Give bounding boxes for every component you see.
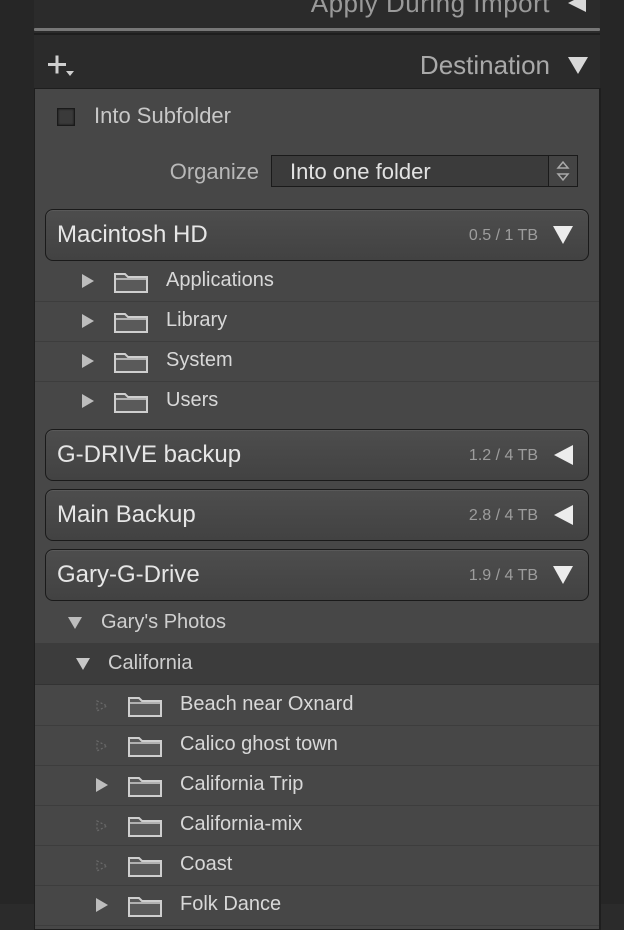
- folder-label: California-mix: [180, 813, 303, 835]
- collapsed-disclosure-icon[interactable]: [81, 313, 95, 329]
- volume-gary-g-drive[interactable]: Gary-G-Drive 1.9 / 4 TB: [45, 549, 589, 601]
- scrollbar-track[interactable]: [600, 0, 624, 904]
- folder-icon: [114, 273, 148, 293]
- expanded-triangle-icon[interactable]: [552, 564, 574, 586]
- destination-title: Destination: [419, 50, 550, 80]
- section-divider: [34, 28, 600, 31]
- destination-header[interactable]: Destination: [34, 38, 600, 88]
- empty-disclosure-icon: [96, 860, 109, 872]
- folder-label: Beach near Oxnard: [180, 693, 354, 715]
- folder-icon: [128, 697, 162, 717]
- collapsed-triangle-icon[interactable]: [552, 444, 574, 466]
- volume-name: Gary-G-Drive: [57, 561, 200, 588]
- collapsed-disclosure-icon[interactable]: [95, 777, 109, 793]
- volume-size: 0.5 / 1 TB: [468, 227, 538, 244]
- into-subfolder-row: Into Subfolder: [35, 103, 599, 133]
- volume-macintosh-hd[interactable]: Macintosh HD 0.5 / 1 TB: [45, 209, 589, 261]
- volume-name: Macintosh HD: [57, 221, 208, 248]
- tree-folder-label: Gary's Photos: [101, 611, 226, 633]
- folder-label: Folk Dance: [180, 893, 282, 915]
- folder-label: Library: [166, 309, 228, 331]
- collapsed-triangle-icon[interactable]: [566, 0, 588, 14]
- folder-row-users[interactable]: Users: [35, 381, 599, 421]
- into-subfolder-label[interactable]: Into Subfolder: [94, 103, 231, 129]
- folder-row-library[interactable]: Library: [35, 301, 599, 342]
- volume-name: G-DRIVE backup: [57, 441, 242, 468]
- volume-main-backup[interactable]: Main Backup 2.8 / 4 TB: [45, 489, 589, 541]
- folder-row-california-mix[interactable]: California-mix: [35, 805, 599, 846]
- folder-icon: [128, 777, 162, 797]
- folder-row-folk-dance[interactable]: Folk Dance: [35, 885, 599, 926]
- left-panel-edge: [0, 0, 34, 904]
- folder-icon: [114, 393, 148, 413]
- volume-g-drive-backup[interactable]: G-DRIVE backup 1.2 / 4 TB: [45, 429, 589, 481]
- expanded-disclosure-icon[interactable]: [75, 657, 91, 671]
- tree-folder-label: California: [108, 652, 193, 674]
- collapsed-disclosure-icon[interactable]: [95, 897, 109, 913]
- volume-size: 1.2 / 4 TB: [468, 447, 538, 464]
- folder-row-applications[interactable]: Applications: [35, 261, 599, 302]
- tree-row-garys-photos[interactable]: Gary's Photos: [35, 602, 599, 642]
- organize-label: Organize: [169, 159, 259, 184]
- into-subfolder-checkbox[interactable]: [57, 108, 75, 126]
- folder-row-california-trip[interactable]: California Trip: [35, 765, 599, 806]
- folder-label: Calico ghost town: [180, 733, 338, 755]
- collapsed-disclosure-icon[interactable]: [81, 393, 95, 409]
- folder-icon: [128, 897, 162, 917]
- expanded-disclosure-icon[interactable]: [67, 616, 83, 630]
- up-down-arrows-icon: [556, 160, 570, 182]
- apply-during-import-title: Apply During Import: [310, 0, 550, 18]
- volume-size: 1.9 / 4 TB: [468, 567, 538, 584]
- select-stepper[interactable]: [548, 156, 577, 186]
- collapsed-triangle-icon[interactable]: [552, 504, 574, 526]
- folder-label: California Trip: [180, 773, 304, 795]
- folder-icon: [114, 313, 148, 333]
- folder-row-beach-near-oxnard[interactable]: Beach near Oxnard: [35, 685, 599, 726]
- folder-label: Applications: [166, 269, 274, 291]
- folder-icon: [128, 737, 162, 757]
- collapsed-disclosure-icon[interactable]: [81, 353, 95, 369]
- organize-select-value: Into one folder: [290, 159, 431, 184]
- folder-label: Coast: [180, 853, 233, 875]
- organize-row: Organize Into one folder: [35, 155, 599, 189]
- folder-row-system[interactable]: System: [35, 341, 599, 382]
- volume-name: Main Backup: [57, 501, 196, 528]
- expanded-triangle-icon[interactable]: [566, 54, 590, 76]
- add-plus-icon[interactable]: [46, 52, 76, 80]
- organize-select[interactable]: Into one folder: [271, 155, 578, 187]
- folder-label: System: [166, 349, 233, 371]
- section-divider-shadow: [34, 33, 600, 35]
- expanded-triangle-icon[interactable]: [552, 224, 574, 246]
- apply-during-import-header[interactable]: Apply During Import: [34, 0, 600, 24]
- collapsed-disclosure-icon[interactable]: [81, 273, 95, 289]
- folder-icon: [114, 353, 148, 373]
- folder-row-coast[interactable]: Coast: [35, 845, 599, 886]
- volume-size: 2.8 / 4 TB: [468, 507, 538, 524]
- empty-disclosure-icon: [96, 700, 109, 712]
- tree-row-california[interactable]: California: [35, 643, 599, 685]
- empty-disclosure-icon: [96, 820, 109, 832]
- destination-panel-body: Into Subfolder Organize Into one folder …: [34, 88, 601, 930]
- folder-icon: [128, 857, 162, 877]
- folder-label: Users: [166, 389, 219, 411]
- folder-icon: [128, 817, 162, 837]
- empty-disclosure-icon: [96, 740, 109, 752]
- folder-row-calico-ghost-town[interactable]: Calico ghost town: [35, 725, 599, 766]
